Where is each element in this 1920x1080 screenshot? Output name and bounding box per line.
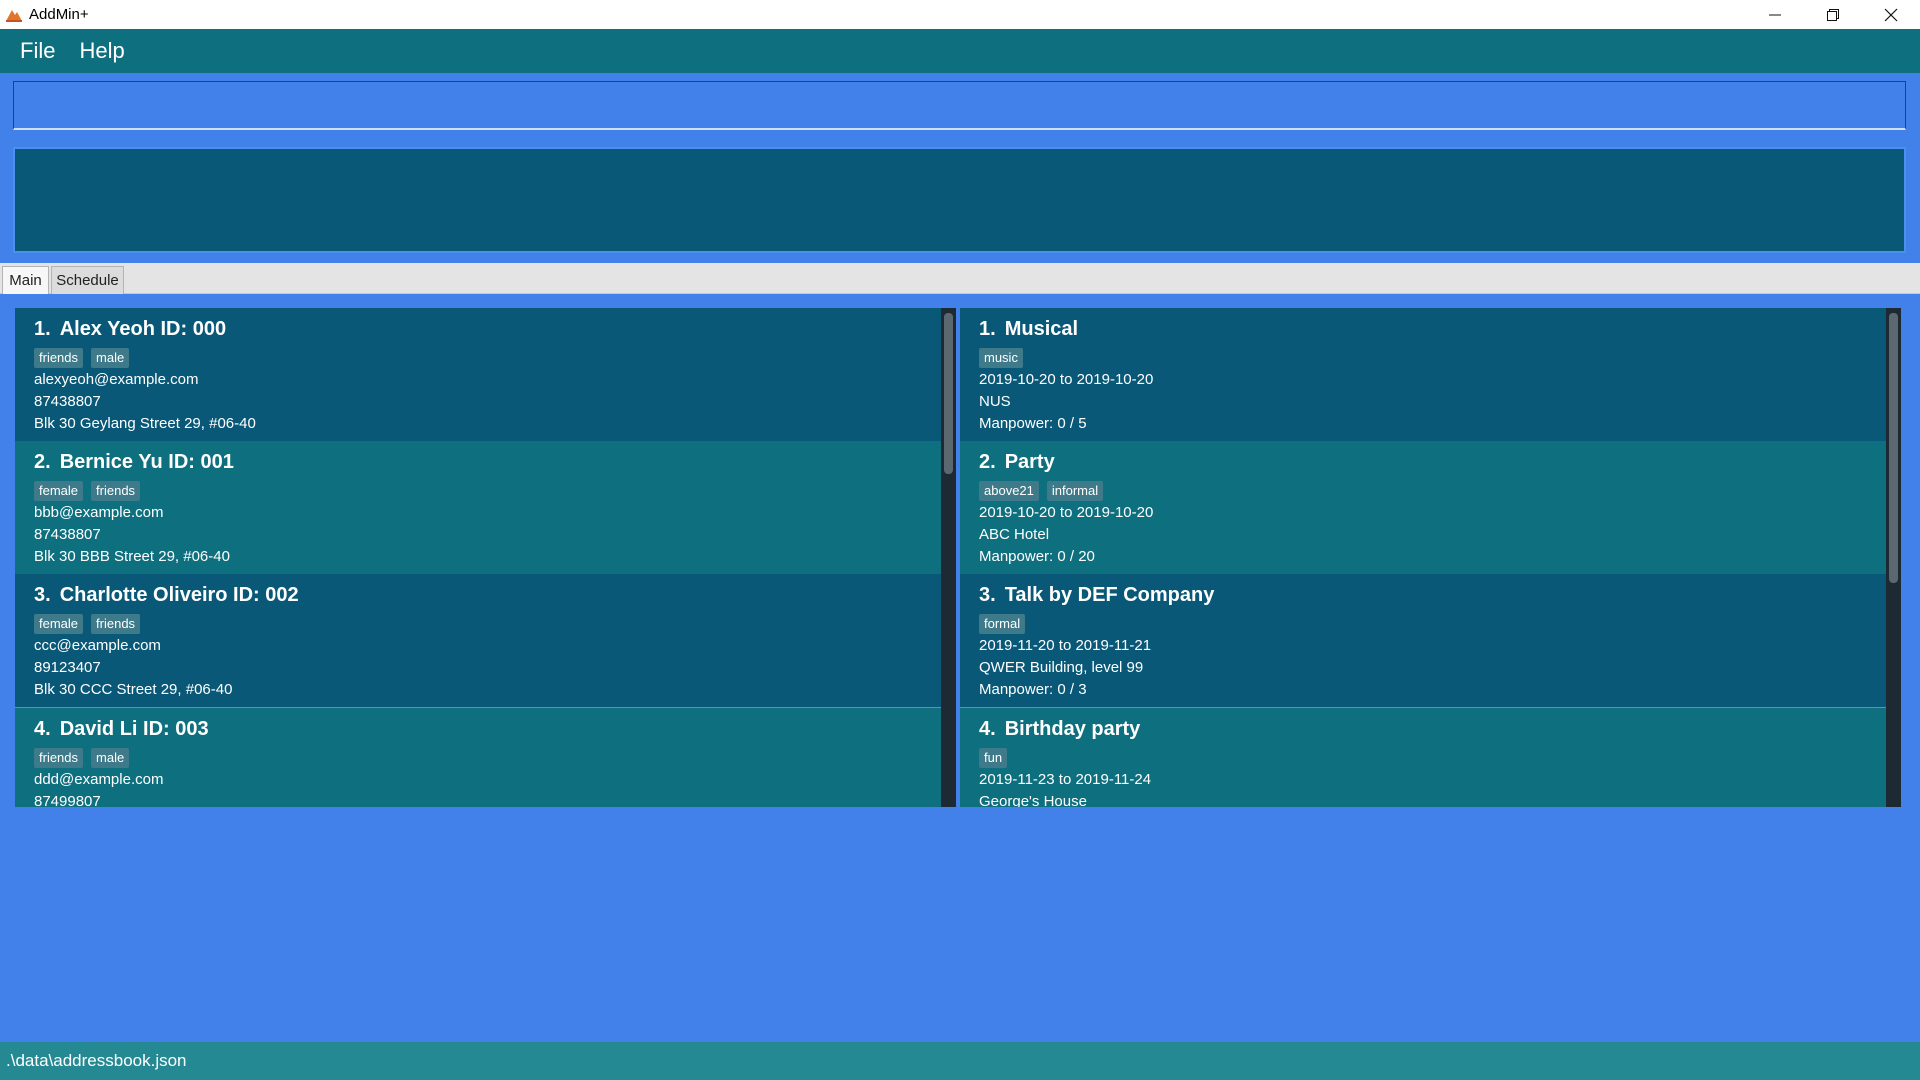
person-email: bbb@example.com	[34, 504, 164, 521]
close-button[interactable]	[1862, 0, 1920, 29]
event-venue: George's House	[979, 793, 1087, 807]
tag: female	[34, 481, 84, 501]
menu-file[interactable]: File	[8, 38, 67, 64]
minimize-icon	[1769, 14, 1781, 15]
menu-help[interactable]: Help	[67, 38, 136, 64]
event-dates: 2019-10-20 to 2019-10-20	[979, 504, 1154, 521]
person-index: 1.	[34, 317, 51, 340]
tag: formal	[979, 614, 1026, 634]
list-item[interactable]: 1. Musical music 2019-10-20 to 2019-10-20…	[960, 308, 1886, 441]
window-title: AddMin+	[29, 6, 89, 23]
list-item[interactable]: 3. Charlotte Oliveiro ID: 002 female frien…	[15, 574, 941, 707]
person-name: Bernice Yu ID: 001	[59, 450, 234, 473]
minimize-button[interactable]	[1746, 0, 1804, 29]
event-venue: ABC Hotel	[979, 526, 1050, 543]
person-address: Blk 30 CCC Street 29, #06-40	[34, 681, 233, 698]
event-index: 1.	[979, 317, 996, 340]
event-manpower: Manpower: 0 / 20	[979, 548, 1095, 565]
list-item[interactable]: 2. Party above21 informal 2019-10-20 to 20…	[960, 441, 1886, 574]
event-venue: NUS	[979, 393, 1011, 410]
person-phone: 87438807	[34, 526, 101, 543]
person-name: Alex Yeoh ID: 000	[59, 317, 227, 340]
tab-main[interactable]: Main	[2, 266, 49, 294]
tag: music	[979, 348, 1023, 368]
person-index: 4.	[34, 717, 51, 740]
person-phone: 87438807	[34, 393, 101, 410]
person-index: 3.	[34, 583, 51, 606]
tag: friends	[91, 614, 141, 634]
tag: friends	[34, 748, 84, 768]
tag: friends	[91, 481, 141, 501]
person-address: Blk 30 BBB Street 29, #06-40	[34, 548, 230, 565]
tag: above21	[979, 481, 1039, 501]
addmin-app-icon	[6, 9, 22, 22]
person-index: 2.	[34, 450, 51, 473]
tag: informal	[1046, 481, 1104, 501]
close-icon	[1884, 8, 1898, 21]
event-manpower: Manpower: 0 / 3	[979, 681, 1087, 698]
event-dates: 2019-11-23 to 2019-11-24	[979, 771, 1152, 788]
list-item[interactable]: 2. Bernice Yu ID: 001 female friends bbb@e…	[15, 441, 941, 574]
person-name: David Li ID: 003	[59, 717, 209, 740]
person-phone: 89123407	[34, 659, 101, 676]
person-list-scrollbar[interactable]	[941, 308, 956, 807]
event-venue: QWER Building, level 99	[979, 659, 1144, 676]
list-item[interactable]: 3. Talk by DEF Company formal 2019-11-20 …	[960, 574, 1886, 707]
person-email: alexyeoh@example.com	[34, 371, 199, 388]
event-name: Musical	[1004, 317, 1079, 340]
person-email: ddd@example.com	[34, 771, 164, 788]
tag: fun	[979, 748, 1008, 768]
command-input[interactable]	[13, 81, 1906, 130]
event-index: 3.	[979, 583, 996, 606]
tab-schedule[interactable]: Schedule	[51, 266, 124, 294]
person-email: ccc@example.com	[34, 637, 161, 654]
tag: friends	[34, 348, 84, 368]
person-phone: 87499807	[34, 793, 101, 807]
event-dates: 2019-10-20 to 2019-10-20	[979, 371, 1154, 388]
person-address: Blk 30 Geylang Street 29, #06-40	[34, 415, 256, 432]
menu-bar: File Help	[0, 29, 1920, 73]
event-name: Birthday party	[1004, 717, 1141, 740]
event-dates: 2019-11-20 to 2019-11-21	[979, 637, 1152, 654]
tag: male	[91, 748, 130, 768]
restore-icon	[1827, 8, 1839, 21]
list-item[interactable]: 1. Alex Yeoh ID: 000 friends male alexyeoh…	[15, 308, 941, 441]
list-item[interactable]: 4. David Li ID: 003 friends male ddd@examp…	[15, 707, 941, 807]
restore-button[interactable]	[1804, 0, 1862, 29]
event-list-scrollbar[interactable]	[1886, 308, 1901, 807]
event-name: Party	[1004, 450, 1055, 473]
event-index: 4.	[979, 717, 996, 740]
event-manpower: Manpower: 0 / 5	[979, 415, 1087, 432]
event-index: 2.	[979, 450, 996, 473]
tag: male	[91, 348, 130, 368]
status-bar: .\data\addressbook.json	[0, 1042, 1920, 1080]
tab-bar: Main Schedule	[0, 263, 1920, 294]
event-name: Talk by DEF Company	[1004, 583, 1215, 606]
event-list-scrollbar-thumb[interactable]	[1889, 313, 1898, 583]
save-location-path: .\data\addressbook.json	[6, 1051, 187, 1070]
person-list[interactable]: 1. Alex Yeoh ID: 000 friends male alexyeoh…	[15, 308, 941, 807]
person-list-scrollbar-thumb[interactable]	[944, 313, 953, 474]
result-display	[13, 147, 1906, 253]
tag: female	[34, 614, 84, 634]
title-bar: AddMin+	[0, 0, 1920, 29]
list-item[interactable]: 4. Birthday party fun 2019-11-23 to 2019-…	[960, 707, 1886, 807]
event-list[interactable]: 1. Musical music 2019-10-20 to 2019-10-20…	[960, 308, 1886, 807]
person-name: Charlotte Oliveiro ID: 002	[59, 583, 299, 606]
